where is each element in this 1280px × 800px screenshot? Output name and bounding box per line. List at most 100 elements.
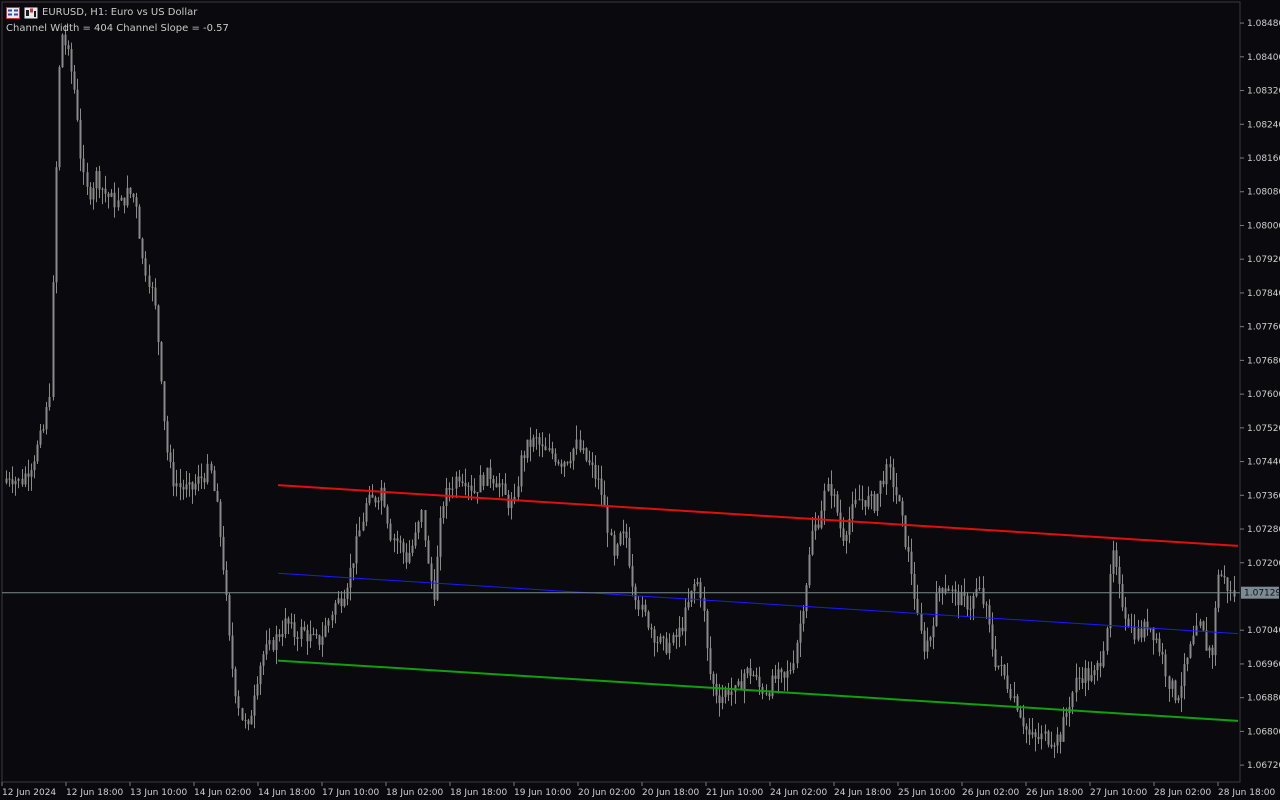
price-axis-label: 1.07920 [1247, 255, 1280, 265]
candle-body [110, 192, 113, 197]
candle-body [1106, 628, 1109, 651]
candle-body [597, 478, 600, 480]
candle-body [82, 158, 85, 173]
candle-body [1044, 731, 1047, 734]
candle-body [284, 618, 287, 635]
price-axis-label: 1.06800 [1247, 727, 1280, 737]
candle-body [913, 573, 916, 599]
candle-body [486, 467, 489, 486]
candle-body [529, 439, 532, 447]
candle-body [603, 494, 606, 507]
candle-body [1040, 733, 1043, 740]
candle-body [978, 587, 981, 589]
candle-body [11, 479, 14, 485]
candle-body [337, 598, 340, 604]
candle-body [451, 488, 454, 490]
candle-body [892, 467, 895, 488]
candle-body [293, 622, 296, 638]
candle-body [275, 634, 278, 650]
candle-body [501, 483, 504, 485]
candle-body [622, 531, 625, 534]
candle-body [864, 500, 867, 507]
candle-body [1223, 575, 1226, 578]
candle-body [699, 582, 702, 599]
candle-body [526, 439, 529, 458]
candle-body [21, 478, 24, 485]
candle-body [982, 587, 985, 605]
candle-body [504, 483, 507, 495]
candle-body [792, 663, 795, 671]
candle-body [951, 589, 954, 592]
price-chart[interactable]: 1.08480 1.08400 1.08320 1.08240 1.08160 1.080… [0, 0, 1280, 800]
candle-body [45, 407, 48, 430]
candle-body [944, 588, 947, 593]
candle-body [535, 437, 538, 439]
price-axis-label: 1.07840 [1247, 289, 1280, 299]
candle-body [148, 275, 151, 287]
candle-body [73, 71, 76, 90]
candle-body [1013, 696, 1016, 699]
candle-body [157, 305, 160, 343]
candle-body [327, 620, 330, 626]
candlestick-icon[interactable] [24, 7, 38, 19]
candle-body [107, 193, 110, 197]
candle-body [585, 448, 588, 461]
candle-body [923, 630, 926, 652]
candle-body [563, 462, 566, 467]
candle-body [79, 119, 82, 159]
candle-body [997, 665, 1000, 668]
candle-body [113, 192, 116, 208]
candle-body [123, 197, 126, 206]
candle-body [42, 429, 45, 431]
chart-area[interactable]: 1.08480 1.08400 1.08320 1.08240 1.08160 1.080… [0, 0, 1280, 800]
candle-body [668, 642, 671, 654]
time-axis-label: 26 Jun 02:00 [962, 788, 1019, 798]
candle-body [222, 536, 225, 571]
candle-body [1050, 744, 1053, 747]
candle-body [39, 430, 42, 445]
candle-body [1025, 726, 1028, 730]
candle-body [709, 648, 712, 675]
candle-body [1171, 680, 1174, 689]
candle-body [1152, 627, 1155, 641]
candle-body [808, 554, 811, 586]
candle-body [300, 626, 303, 639]
candle-body [566, 462, 569, 464]
time-axis-label: 27 Jun 10:00 [1090, 788, 1147, 798]
candle-body [430, 563, 433, 581]
candle-body [237, 696, 240, 709]
channel-middle-line[interactable] [277, 572, 1239, 635]
candle-body [182, 487, 185, 490]
candle-body [1211, 647, 1214, 656]
time-axis-label: 26 Jun 18:00 [1026, 788, 1083, 798]
candle-body [492, 479, 495, 484]
candle-body [461, 481, 464, 484]
price-axis-label: 1.08480 [1247, 19, 1280, 29]
candle-body [256, 684, 259, 696]
time-axis-label: 12 Jun 18:00 [66, 788, 123, 798]
candle-body [368, 494, 371, 504]
chart-window-icon[interactable] [6, 7, 20, 19]
candle-body [1065, 713, 1068, 717]
candle-body [960, 591, 963, 606]
candle-body [272, 640, 275, 650]
time-axis-label: 20 Jun 02:00 [578, 788, 635, 798]
time-axis-label: 24 Jun 02:00 [770, 788, 827, 798]
candle-body [1118, 566, 1121, 584]
candle-body [396, 538, 399, 541]
candle-body [606, 506, 609, 533]
candle-body [941, 588, 944, 593]
candle-body [560, 463, 563, 467]
candle-body [30, 470, 33, 477]
candle-body [383, 487, 386, 507]
candle-body [541, 444, 544, 447]
candle-body [1075, 677, 1078, 693]
candle-body [1034, 732, 1037, 737]
candle-body [916, 598, 919, 614]
candle-body [250, 715, 253, 725]
candle-body [783, 672, 786, 678]
channel-info: Channel Width = 404 Channel Slope = -0.5… [6, 23, 229, 34]
candle-body [1019, 710, 1022, 718]
candle-body [355, 536, 358, 564]
candle-body [129, 187, 132, 194]
